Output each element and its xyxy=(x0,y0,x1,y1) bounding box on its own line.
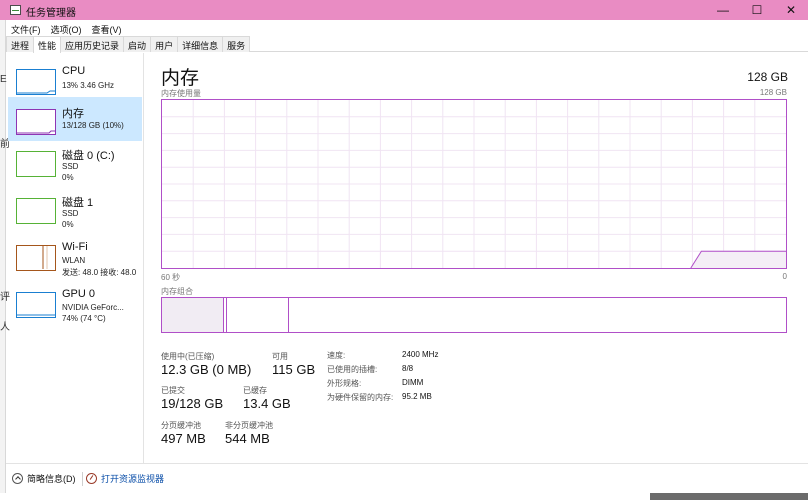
nonpaged-pool-value: 544 MB xyxy=(225,431,270,446)
sidebar-item-label: GPU 0 xyxy=(62,288,96,300)
paged-pool-label: 分页缓冲池 xyxy=(161,421,201,430)
sidebar-item-detail: SSD xyxy=(62,162,79,171)
paged-pool-value: 497 MB xyxy=(161,431,206,446)
tab-processes[interactable]: 进程 xyxy=(6,36,35,52)
tab-details[interactable]: 详细信息 xyxy=(177,36,224,52)
sidebar-item-detail: NVIDIA GeForc... xyxy=(62,303,124,312)
in-use-value: 12.3 GB (0 MB) xyxy=(161,362,252,377)
sidebar-item-detail: WLAN xyxy=(62,256,86,265)
slots-used-value: 8/8 xyxy=(402,364,414,373)
sidebar-item-disk-1[interactable]: 磁盘 1 SSD 0% xyxy=(8,186,142,230)
committed-value: 19/128 GB xyxy=(161,396,224,411)
available-label: 可用 xyxy=(272,352,288,361)
cpu-thumbnail-graph xyxy=(16,69,56,95)
memory-usage-label: 内存使用量 xyxy=(161,89,201,98)
menu-options[interactable]: 选项(O) xyxy=(46,20,87,36)
speed-value: 2400 MHz xyxy=(402,350,439,359)
menu-view[interactable]: 查看(V) xyxy=(87,20,127,36)
form-factor-value: DIMM xyxy=(402,378,424,387)
memory-thumbnail-graph xyxy=(16,109,56,135)
page-title: 内存 xyxy=(161,68,200,89)
memory-composition-label: 内存组合 xyxy=(161,287,193,296)
graph-max-label: 128 GB xyxy=(759,88,787,97)
footer-bar: 简略信息(D) 打开资源监视器 xyxy=(6,463,808,493)
disk-thumbnail-graph xyxy=(16,151,56,177)
sidebar-item-detail: 13/128 GB (10%) xyxy=(62,121,124,130)
sidebar-item-label: CPU xyxy=(62,65,86,77)
sidebar-item-detail: 13% 3.46 GHz xyxy=(62,81,115,90)
footer-separator xyxy=(82,472,83,486)
window-bottom-strip xyxy=(0,493,650,500)
axis-left-label: 60 秒 xyxy=(161,273,181,282)
wifi-thumbnail-graph xyxy=(16,245,56,271)
menu-bar: 文件(F) 选项(O) 查看(V) xyxy=(6,20,808,36)
sidebar-item-disk-0[interactable]: 磁盘 0 (C:) SSD 0% xyxy=(8,139,142,183)
tab-performance[interactable]: 性能 xyxy=(33,36,62,53)
sidebar-item-label: Wi-Fi xyxy=(62,241,88,253)
gpu-thumbnail-graph xyxy=(16,292,56,318)
tab-startup[interactable]: 启动 xyxy=(123,36,152,52)
form-factor-label: 外形规格: xyxy=(327,379,362,388)
tab-app-history[interactable]: 应用历史记录 xyxy=(60,36,125,52)
sidebar-item-usage: 0% xyxy=(62,173,74,182)
minimize-button[interactable]: — xyxy=(706,0,740,20)
open-resource-monitor-link[interactable]: 打开资源监视器 xyxy=(86,472,164,485)
memory-usage-chart xyxy=(162,100,786,268)
window-bottom-edge xyxy=(0,493,808,500)
tab-services[interactable]: 服务 xyxy=(222,36,251,52)
sidebar-item-gpu[interactable]: GPU 0 NVIDIA GeForc... 74% (74 °C) xyxy=(8,280,142,324)
task-manager-icon xyxy=(10,5,21,15)
memory-panel: 内存 128 GB 内存使用量 128 GB 60 秒 0 内存组合 使用中(已… xyxy=(145,53,808,463)
title-bar[interactable]: 任务管理器 — ☐ ✕ xyxy=(0,0,808,20)
sidebar-item-wifi[interactable]: Wi-Fi WLAN 发送: 48.0 接收: 48.0 xyxy=(8,233,142,277)
sidebar-item-usage: 0% xyxy=(62,220,74,229)
sidebar-item-usage: 74% (74 °C) xyxy=(62,314,106,323)
close-button[interactable]: ✕ xyxy=(774,0,808,20)
resource-sidebar: CPU 13% 3.46 GHz 内存 13/128 GB (10%) 磁盘 0… xyxy=(6,53,144,463)
hardware-reserved-label: 为硬件保留的内存: xyxy=(327,393,394,402)
task-manager-window: 任务管理器 — ☐ ✕ E 前 评 人 文件(F) 选项(O) 查看(V) 进程… xyxy=(0,0,808,500)
sidebar-item-label: 磁盘 0 (C:) xyxy=(62,150,115,162)
in-use-label: 使用中(已压缩) xyxy=(161,352,215,361)
composition-in-use xyxy=(162,298,224,332)
tab-users[interactable]: 用户 xyxy=(150,36,179,52)
committed-label: 已提交 xyxy=(161,386,185,395)
cached-label: 已缓存 xyxy=(243,386,267,395)
menu-file[interactable]: 文件(F) xyxy=(6,20,46,36)
memory-composition-bar xyxy=(161,297,787,333)
sidebar-item-cpu[interactable]: CPU 13% 3.46 GHz xyxy=(8,57,142,101)
cached-value: 13.4 GB xyxy=(243,396,291,411)
axis-right-label: 0 xyxy=(782,272,787,281)
open-resource-monitor-label: 打开资源监视器 xyxy=(101,474,165,484)
fewer-details-button[interactable]: 简略信息(D) xyxy=(12,472,76,485)
speed-label: 速度: xyxy=(327,351,346,360)
resource-monitor-icon xyxy=(86,473,97,484)
composition-standby xyxy=(227,298,289,332)
sidebar-item-usage: 发送: 48.0 接收: 48.0 xyxy=(62,268,137,277)
maximize-button[interactable]: ☐ xyxy=(740,0,774,20)
sidebar-item-memory[interactable]: 内存 13/128 GB (10%) xyxy=(8,97,142,141)
sidebar-item-label: 内存 xyxy=(62,108,84,120)
memory-usage-area xyxy=(690,251,786,268)
memory-usage-graph xyxy=(161,99,787,269)
sidebar-item-label: 磁盘 1 xyxy=(62,197,94,209)
fewer-details-label: 简略信息(D) xyxy=(27,474,76,484)
window-title: 任务管理器 xyxy=(26,8,76,19)
tab-bar: 进程 性能 应用历史记录 启动 用户 详细信息 服务 xyxy=(6,36,808,53)
slots-used-label: 已使用的插槽: xyxy=(327,365,378,374)
sidebar-item-detail: SSD xyxy=(62,209,79,218)
disk-thumbnail-graph xyxy=(16,198,56,224)
available-value: 115 GB xyxy=(272,362,316,377)
total-memory: 128 GB xyxy=(747,70,788,84)
chevron-up-icon xyxy=(12,473,23,484)
hardware-reserved-value: 95.2 MB xyxy=(402,392,432,401)
nonpaged-pool-label: 非分页缓冲池 xyxy=(225,421,273,430)
